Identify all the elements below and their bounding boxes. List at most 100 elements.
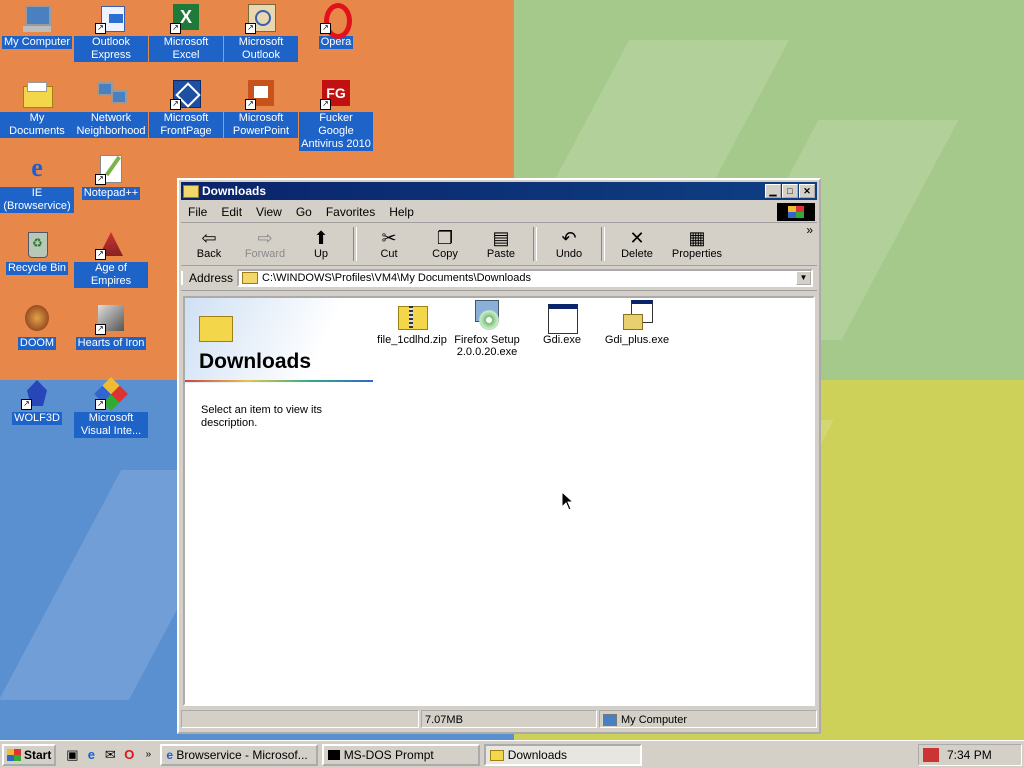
status-size: 7.07MB: [421, 710, 597, 728]
ms-dos-icon: [328, 750, 341, 761]
folder-up-icon: ⬆: [313, 228, 329, 248]
taskbar-button-downloads[interactable]: Downloads: [484, 743, 643, 766]
folder-view: Downloads Select an item to view its des…: [183, 296, 815, 706]
forward-button[interactable]: ⇨ Forward: [237, 228, 293, 260]
address-dropdown-button[interactable]: ▼: [796, 271, 811, 285]
desktop-icon-doom[interactable]: DOOM: [0, 303, 74, 350]
show-desktop-icon[interactable]: ▣: [64, 747, 80, 763]
network-icon: [95, 78, 127, 110]
doom-icon: [21, 303, 53, 335]
window-title: Downloads: [202, 184, 267, 198]
menu-favorites[interactable]: Favorites: [319, 205, 382, 219]
hearts-of-iron-icon: ↗: [95, 303, 127, 335]
paste-icon: ▤: [492, 228, 510, 248]
clock[interactable]: 7:34 PM: [947, 745, 992, 765]
frontpage-icon: ↗: [170, 78, 202, 110]
start-button[interactable]: Start: [2, 743, 57, 766]
address-bar: Address C:\WINDOWS\Profiles\VM4\My Docum…: [181, 266, 817, 291]
delete-icon: ✕: [629, 228, 645, 248]
folder-icon: [242, 272, 259, 284]
cut-button[interactable]: ✂ Cut: [361, 228, 417, 260]
installer-cd-icon: [471, 300, 503, 332]
copy-button[interactable]: ❐ Copy: [417, 228, 473, 260]
arrow-left-icon: ⇦: [201, 228, 217, 248]
menu-file[interactable]: File: [181, 205, 214, 219]
internet-explorer-icon: e: [166, 747, 174, 762]
outlook-express-icon[interactable]: ✉: [102, 747, 118, 763]
powerpoint-icon: ↗: [245, 78, 277, 110]
properties-button[interactable]: ▦ Properties: [665, 228, 729, 260]
close-button[interactable]: ✕: [799, 184, 815, 198]
folder-icon: [490, 749, 505, 761]
windows-logo-icon: [777, 203, 815, 221]
computer-icon: [21, 2, 53, 34]
visual-interdev-icon: ↗: [94, 377, 128, 411]
properties-icon: ▦: [688, 228, 706, 248]
mouse-cursor-icon: [561, 491, 575, 511]
desktop-icon-powerpoint[interactable]: ↗ Microsoft PowerPoint: [224, 78, 298, 138]
desktop-icon-notepad-plus-plus[interactable]: ↗ Notepad++: [74, 153, 148, 200]
zip-folder-icon: [396, 300, 428, 332]
scissors-icon: ✂: [381, 228, 397, 248]
desktop-icon-outlook[interactable]: ↗ Microsoft Outlook: [224, 2, 298, 62]
menu-view[interactable]: View: [249, 205, 289, 219]
toolbar-separator: [533, 227, 537, 261]
desktop-icon-hearts-of-iron[interactable]: ↗ Hearts of Iron: [74, 303, 148, 350]
setup-exe-icon: [621, 300, 653, 332]
wolf3d-icon: ↗: [21, 378, 53, 410]
menu-edit[interactable]: Edit: [214, 205, 249, 219]
menu-go[interactable]: Go: [289, 205, 319, 219]
recycle-bin-icon: ♻: [21, 228, 53, 260]
undo-icon: ↶: [561, 228, 577, 248]
quick-launch-more-icon[interactable]: »: [140, 747, 156, 763]
desktop-icon-visual-interdev[interactable]: ↗ Microsoft Visual Inte...: [74, 377, 148, 438]
taskbar: Start ▣ e ✉ O » e Browservice - Microsof…: [0, 740, 1024, 768]
file-item[interactable]: Firefox Setup 2.0.0.20.exe: [448, 300, 526, 358]
address-label: Address: [181, 271, 237, 285]
file-item[interactable]: Gdi.exe: [523, 300, 601, 346]
internet-explorer-icon[interactable]: e: [83, 747, 99, 763]
desktop-icon-ie-browservice[interactable]: e IE (Browservice): [0, 153, 74, 213]
desktop-icon-frontpage[interactable]: ↗ Microsoft FrontPage: [149, 78, 223, 138]
desktop-icon-network-neighborhood[interactable]: Network Neighborhood: [74, 78, 148, 138]
delete-button[interactable]: ✕ Delete: [609, 228, 665, 260]
opera-icon[interactable]: O: [121, 747, 137, 763]
desktop-icon-excel[interactable]: X ↗ Microsoft Excel: [149, 2, 223, 62]
webview-pane: Downloads Select an item to view its des…: [185, 298, 375, 704]
desktop-icon-age-of-empires[interactable]: ↗ Age of Empires: [74, 228, 148, 288]
desktop-icon-fucker-google-antivirus[interactable]: FG ↗ Fucker Google Antivirus 2010: [299, 78, 373, 151]
paste-button[interactable]: ▤ Paste: [473, 228, 529, 260]
up-button[interactable]: ⬆ Up: [293, 228, 349, 260]
pane-description: Select an item to view its description.: [201, 404, 323, 429]
file-item[interactable]: file_1cdlhd.zip: [373, 300, 451, 346]
back-button[interactable]: ⇦ Back: [181, 228, 237, 260]
taskbar-button-ms-dos-prompt[interactable]: MS-DOS Prompt: [322, 743, 481, 766]
folder-icon: [183, 185, 199, 199]
toolbar-more-icon[interactable]: »: [806, 223, 813, 237]
taskbar-button-browservice[interactable]: e Browservice - Microsof...: [160, 743, 319, 766]
tray-app-icon[interactable]: [923, 748, 939, 762]
copy-icon: ❐: [436, 228, 454, 248]
address-field[interactable]: C:\WINDOWS\Profiles\VM4\My Documents\Dow…: [237, 269, 813, 287]
menu-help[interactable]: Help: [382, 205, 421, 219]
status-bar: 7.07MB My Computer: [181, 710, 817, 730]
window-titlebar[interactable]: Downloads ▁ □ ✕: [181, 182, 817, 200]
desktop-icon-my-computer[interactable]: My Computer: [0, 2, 74, 49]
minimize-button[interactable]: ▁: [765, 184, 781, 198]
undo-button[interactable]: ↶ Undo: [541, 228, 597, 260]
desktop-icon-opera[interactable]: ↗ Opera: [299, 2, 373, 49]
internet-explorer-icon: e: [31, 153, 43, 182]
outlook-express-icon: ↗: [95, 2, 127, 34]
desktop-icon-outlook-express[interactable]: ↗ Outlook Express: [74, 2, 148, 62]
desktop-icon-my-documents[interactable]: My Documents: [0, 78, 74, 138]
system-tray: 7:34 PM: [918, 744, 1022, 766]
windows-flag-icon: [7, 748, 21, 761]
desktop-icon-wolf3d[interactable]: ↗ WOLF3D: [0, 378, 74, 425]
menu-bar: File Edit View Go Favorites Help: [181, 202, 817, 223]
computer-icon: [603, 714, 617, 727]
desktop-icon-recycle-bin[interactable]: ♻ Recycle Bin: [0, 228, 74, 275]
file-item[interactable]: Gdi_plus.exe: [598, 300, 676, 346]
maximize-button[interactable]: □: [782, 184, 798, 198]
address-value: C:\WINDOWS\Profiles\VM4\My Documents\Dow…: [262, 272, 531, 284]
exe-window-icon: [546, 300, 578, 334]
